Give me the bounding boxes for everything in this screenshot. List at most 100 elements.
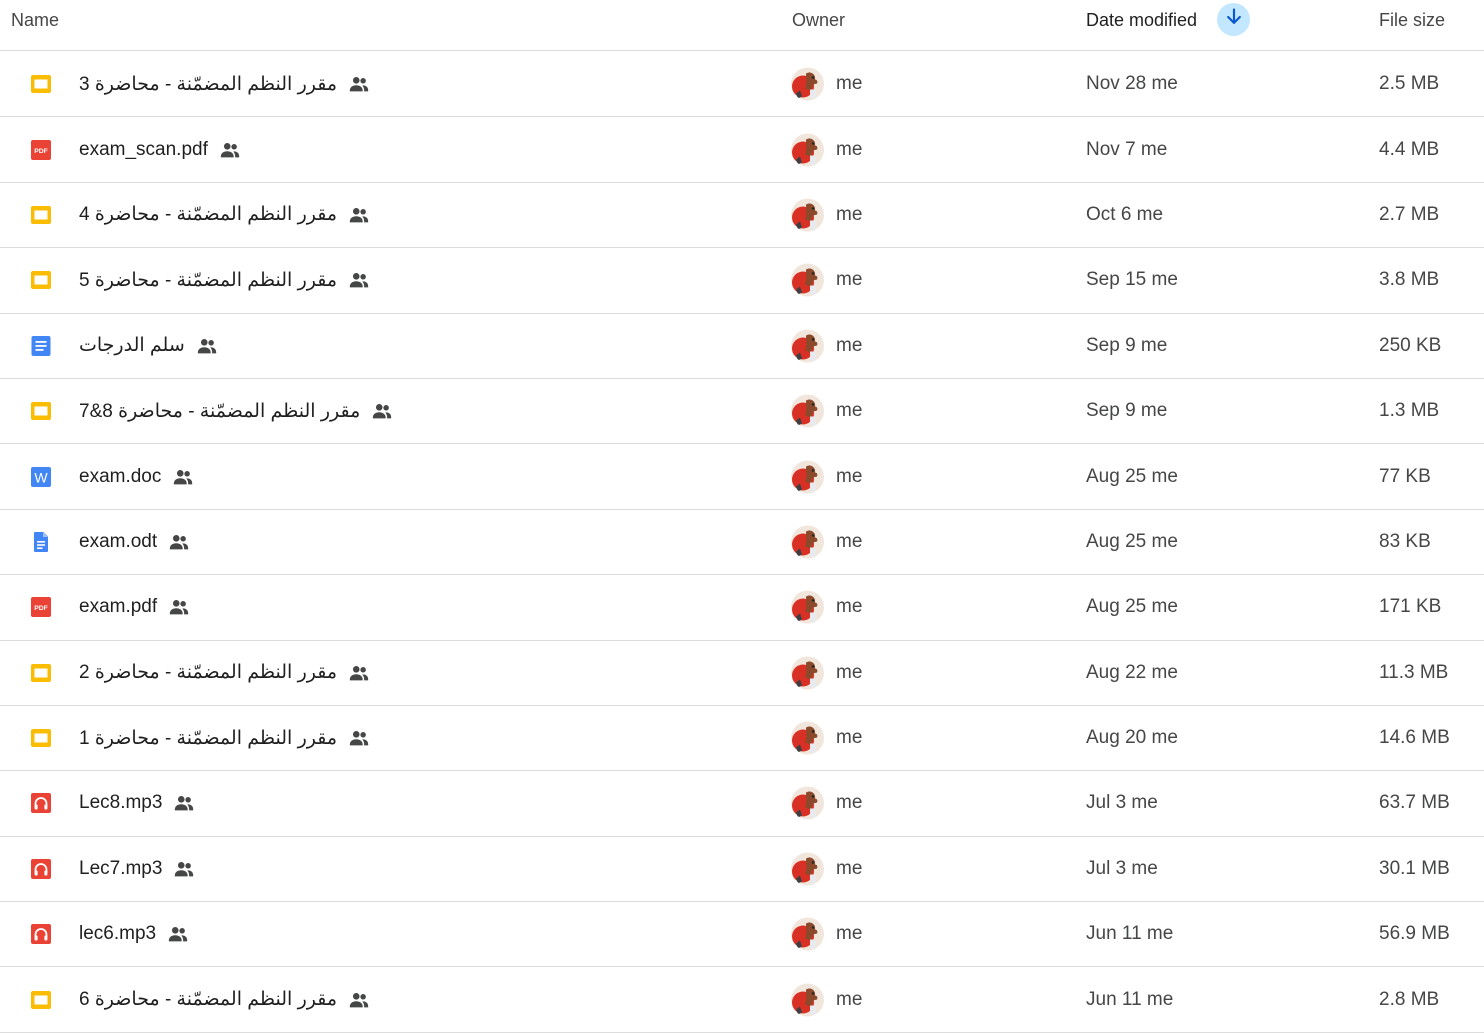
shared-people-icon [172,857,196,881]
shared-people-icon [347,988,371,1012]
shared-people-icon [167,530,191,554]
shared-people-icon [172,791,196,815]
file-size: 77 KB [1379,465,1431,487]
date-modified: Aug 25 me [1086,596,1178,618]
owner-name: me [836,727,863,749]
owner-name: me [836,73,863,95]
headphones-icon [30,923,52,945]
owner-avatar [791,786,824,820]
column-header-file-size[interactable]: File size [1379,0,1445,40]
docs-icon [30,335,52,357]
file-row[interactable]: مقرر النظم المضمّنة - محاضرة 1 me Aug 20 m… [0,706,1484,772]
file-size: 56.9 MB [1379,923,1450,945]
slides-icon [30,400,52,422]
file-row[interactable]: مقرر النظم المضمّنة - محاضرة 6 me Jun 11 m… [0,967,1484,1033]
file-name-cell: مقرر النظم المضمّنة - محاضرة 4 [79,203,371,227]
file-name[interactable]: سلم الدرجات [79,334,185,357]
file-row[interactable]: PDF exam.pdf me Aug 25 me 171 KB [0,575,1484,641]
pdf-icon: PDF [30,596,52,618]
file-size: 14.6 MB [1379,727,1450,749]
file-size: 4.4 MB [1379,138,1440,160]
file-size: 3.8 MB [1379,269,1440,291]
date-modified: Nov 28 me [1086,73,1178,95]
file-row[interactable]: Wexam.doc me Aug 25 me 77 KB [0,444,1484,510]
document-icon [30,531,52,553]
file-name[interactable]: مقرر النظم المضمّنة - محاضرة 1 [79,727,337,750]
slides-icon [30,269,52,291]
owner-name: me [836,923,863,945]
date-modified: Sep 9 me [1086,400,1168,422]
file-name[interactable]: مقرر النظم المضمّنة - محاضرة 6 [79,988,337,1011]
owner-name: me [836,138,863,160]
owner-avatar [791,263,824,297]
svg-text:W: W [34,469,48,485]
owner-avatar [791,460,824,494]
column-header-name[interactable]: Name [11,0,59,40]
file-row[interactable]: مقرر النظم المضمّنة - محاضرة 2 me Aug 22 m… [0,641,1484,706]
file-row[interactable]: مقرر النظم المضمّنة - محاضرة 5 me Sep 15 m… [0,248,1484,314]
column-header-date-modified[interactable]: Date modified [1086,0,1197,40]
owner-name: me [836,269,863,291]
file-row[interactable]: مقرر النظم المضمّنة - محاضرة 4 me Oct 6 me… [0,183,1484,249]
date-modified: Jun 11 me [1086,988,1174,1010]
owner-avatar [791,133,824,167]
shared-people-icon [347,726,371,750]
owner-name: me [836,596,863,618]
file-name[interactable]: Lec8.mp3 [79,792,162,814]
file-name[interactable]: Lec7.mp3 [79,858,162,880]
file-name[interactable]: مقرر النظم المضمّنة - محاضرة 3 [79,73,337,96]
file-row[interactable]: PDF exam_scan.pdf me Nov 7 me 4.4 MB [0,117,1484,183]
owner-name: me [836,530,863,552]
file-row[interactable]: سلم الدرجات me Sep 9 me 250 KB [0,314,1484,379]
file-size: 30.1 MB [1379,857,1450,879]
file-size: 63.7 MB [1379,792,1450,814]
svg-text:PDF: PDF [34,606,48,613]
slides-icon [30,662,52,684]
file-row[interactable]: Lec8.mp3 me Jul 3 me 63.7 MB [0,771,1484,837]
shared-people-icon [347,203,371,227]
file-row[interactable]: Lec7.mp3 me Jul 3 me 30.1 MB [0,837,1484,903]
file-name-cell: مقرر النظم المضمّنة - محاضرة 1 [79,726,371,750]
column-header-owner[interactable]: Owner [792,0,845,40]
file-name[interactable]: exam.doc [79,466,161,488]
file-name[interactable]: lec6.mp3 [79,923,156,945]
owner-avatar [791,590,824,624]
date-modified: Oct 6 me [1086,203,1164,225]
slides-icon [30,73,52,95]
file-name[interactable]: مقرر النظم المضمّنة - محاضرة 2 [79,661,337,684]
file-row[interactable]: exam.odt me Aug 25 me 83 KB [0,510,1484,576]
file-name[interactable]: exam_scan.pdf [79,139,208,161]
date-modified: Nov 7 me [1086,138,1168,160]
owner-name: me [836,400,863,422]
file-name-cell: exam.odt [79,530,191,554]
sort-direction-button[interactable] [1217,3,1250,36]
shared-people-icon [218,138,242,162]
file-name[interactable]: مقرر النظم المضمّنة - محاضرة 4 [79,203,337,226]
file-row[interactable]: مقرر النظم المضمّنة - محاضرة 3 me Nov 28 m… [0,52,1484,118]
file-name[interactable]: مقرر النظم المضمّنة - محاضرة 8&7 [79,400,360,423]
date-modified: Sep 15 me [1086,269,1178,291]
file-size: 171 KB [1379,596,1442,618]
date-modified: Aug 20 me [1086,727,1178,749]
file-name[interactable]: مقرر النظم المضمّنة - محاضرة 5 [79,269,337,292]
file-row[interactable]: lec6.mp3 me Jun 11 me 56.9 MB [0,902,1484,968]
file-name[interactable]: exam.pdf [79,596,157,618]
file-name-cell: مقرر النظم المضمّنة - محاضرة 2 [79,661,371,685]
file-name[interactable]: exam.odt [79,531,157,553]
shared-people-icon [370,399,394,423]
headphones-icon [30,792,52,814]
file-size: 83 KB [1379,530,1431,552]
word-icon: W [30,466,52,488]
owner-avatar [791,721,824,755]
file-name-cell: مقرر النظم المضمّنة - محاضرة 5 [79,268,371,292]
shared-people-icon [347,661,371,685]
file-row[interactable]: مقرر النظم المضمّنة - محاضرة 8&7 me Sep 9 … [0,379,1484,445]
file-size: 2.5 MB [1379,73,1440,95]
owner-avatar [791,917,824,951]
file-size: 2.7 MB [1379,203,1440,225]
date-modified: Jul 3 me [1086,857,1158,879]
owner-name: me [836,857,863,879]
pdf-icon: PDF [30,139,52,161]
file-name-cell: سلم الدرجات [79,334,219,358]
file-name-cell: مقرر النظم المضمّنة - محاضرة 3 [79,72,371,96]
